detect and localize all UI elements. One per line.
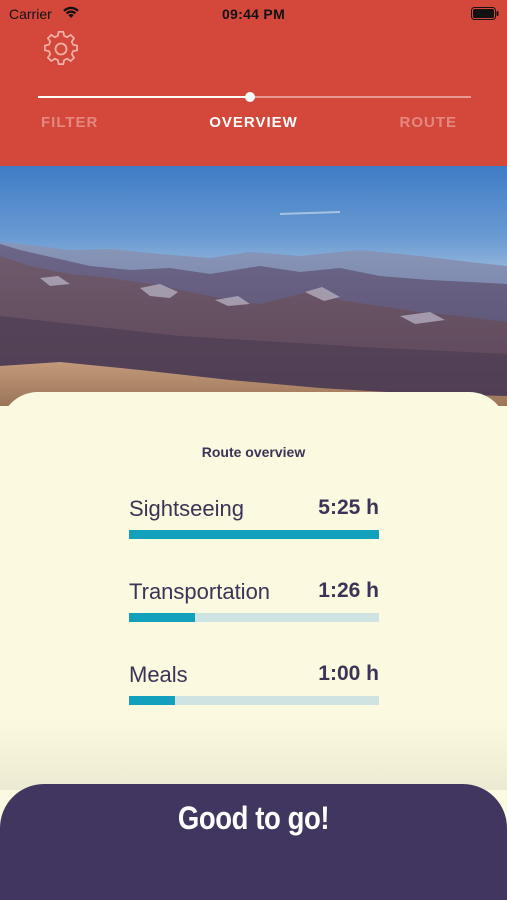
header: Carrier 09:44 PM FILTER OVERVIEW ROUTE xyxy=(0,0,507,166)
tab-route[interactable]: ROUTE xyxy=(400,114,458,131)
metric-label: Sightseeing xyxy=(129,496,244,521)
metric-label: Meals xyxy=(129,662,188,687)
step-progress-fill xyxy=(38,96,251,98)
good-to-go-button[interactable]: Good to go! xyxy=(0,784,507,900)
metric-value: 1:00 h xyxy=(318,662,379,685)
landscape-image xyxy=(0,166,507,406)
card-shadow xyxy=(0,720,507,790)
status-time: 09:44 PM xyxy=(221,6,286,22)
metric-value: 5:25 h xyxy=(318,496,379,519)
step-progress-bar xyxy=(38,92,471,102)
metric-bar-fill xyxy=(129,613,196,622)
metric-bar xyxy=(129,530,379,539)
battery-icon xyxy=(471,7,499,23)
status-bar: Carrier 09:44 PM xyxy=(0,0,507,30)
metric-value: 1:26 h xyxy=(318,579,379,602)
metric-bar xyxy=(129,613,379,622)
good-to-go-label: Good to go! xyxy=(177,800,330,836)
metric-bar xyxy=(129,696,379,705)
step-progress-knob[interactable] xyxy=(245,92,256,102)
metric-bar-fill xyxy=(129,696,176,705)
gear-icon[interactable] xyxy=(42,30,80,73)
card-title: Route overview xyxy=(201,444,306,460)
metric-bar-fill xyxy=(129,530,379,539)
metric-label: Transportation xyxy=(129,579,271,604)
